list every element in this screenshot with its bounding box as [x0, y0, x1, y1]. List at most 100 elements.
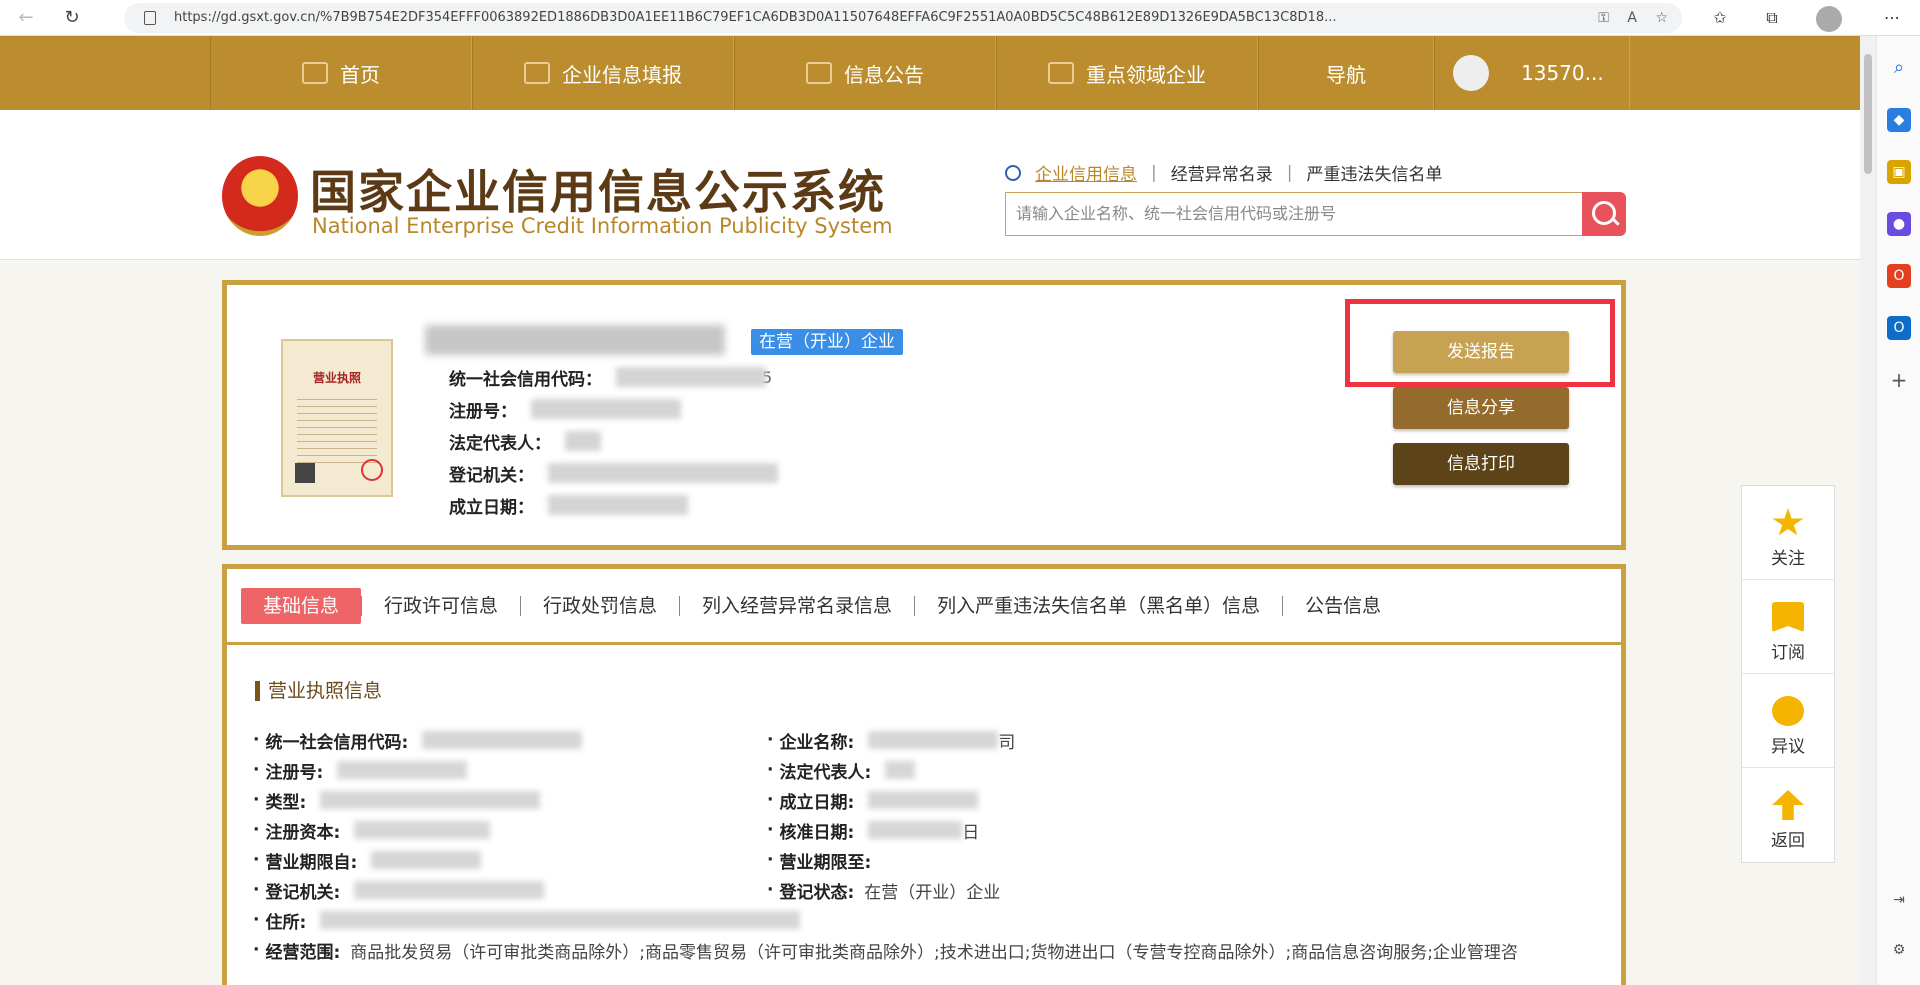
star-icon	[1772, 508, 1804, 536]
field-founded: 成立日期:	[767, 785, 979, 815]
redacted-value	[422, 731, 583, 749]
nav-announcements-label: 信息公告	[844, 62, 924, 87]
address-bar[interactable]: https://gd.gsxt.gov.cn/%7B9B754E2DF354EF…	[124, 3, 1682, 33]
monitor-icon	[302, 62, 328, 84]
subscribe-button[interactable]: 订阅	[1742, 580, 1834, 674]
settings-gear-icon[interactable]: ⚙	[1887, 938, 1911, 962]
search-icon[interactable]: ⌕	[1887, 56, 1911, 80]
collections-icon[interactable]: ⧉	[1758, 4, 1786, 32]
field-legal-rep: 法定代表人:	[767, 755, 916, 785]
office-icon[interactable]: O	[1887, 264, 1911, 288]
user-name: 13570...	[1521, 61, 1604, 85]
tools-icon[interactable]: ▣	[1887, 160, 1911, 184]
company-summary-card: 营业执照 在营（开业）企业 统一社会信用代码： 5 注册号： 法定代表人： 登记…	[222, 280, 1626, 550]
field-label: 法定代表人:	[779, 762, 872, 783]
profile-avatar[interactable]	[1816, 6, 1842, 32]
search-button[interactable]	[1582, 192, 1626, 236]
back-icon[interactable]: ←	[12, 4, 40, 32]
subscribe-label: 订阅	[1771, 643, 1805, 663]
field-term-from: 营业期限自:	[253, 845, 482, 875]
print-info-button[interactable]: 信息打印	[1393, 443, 1569, 485]
redacted-value	[885, 761, 916, 779]
field-label: 核准日期:	[779, 822, 855, 843]
nav-navigation[interactable]: 导航	[1258, 36, 1434, 110]
tab-basic-info[interactable]: 基础信息	[241, 587, 362, 624]
sidebar-collapse-icon[interactable]: ⇥	[1887, 888, 1911, 912]
field-approval-date: 核准日期: 日	[767, 815, 979, 845]
redacted-value	[548, 463, 778, 483]
field-label: 住所:	[265, 912, 307, 933]
tab-admin-license[interactable]: 行政许可信息	[362, 588, 520, 624]
nav-announcements[interactable]: 信息公告	[734, 36, 996, 110]
search-tab-credit[interactable]: 企业信用信息	[1035, 160, 1137, 185]
tab-blacklist[interactable]: 列入严重违法失信名单（黑名单）信息	[915, 588, 1282, 624]
info-credit-code: 统一社会信用代码： 5	[449, 361, 778, 393]
company-info-rows: 统一社会信用代码： 5 注册号： 法定代表人： 登记机关： 成立日期：	[449, 361, 778, 521]
field-reg-status: 登记状态: 在营（开业）企业	[767, 875, 1000, 905]
field-label: 登记状态:	[779, 882, 855, 903]
tab-admin-penalty[interactable]: 行政处罚信息	[521, 588, 679, 624]
top-nav: 首页 企业信息填报 信息公告 重点领域企业 导航 13570...	[0, 36, 1860, 110]
favorites-icon[interactable]: ✩	[1706, 4, 1734, 32]
approval-suffix: 日	[962, 822, 980, 843]
objection-button[interactable]: 异议	[1742, 674, 1834, 768]
field-label: 类型:	[265, 792, 307, 813]
highlight-box	[1345, 299, 1615, 387]
tab-abnormal-list[interactable]: 列入经营异常名录信息	[680, 588, 914, 624]
field-company-name: 企业名称: 司	[767, 725, 1015, 755]
outlook-icon[interactable]: O	[1887, 316, 1911, 340]
info-authority: 登记机关：	[449, 457, 778, 489]
back-to-top-button[interactable]: 返回	[1742, 768, 1834, 862]
field-label: 登记机关:	[265, 882, 341, 903]
site-page: 首页 企业信息填报 信息公告 重点领域企业 导航 13570... 国家企业信用…	[0, 36, 1860, 985]
site-title-en: National Enterprise Credit Information P…	[312, 214, 893, 238]
field-credit-code: 统一社会信用代码:	[253, 725, 583, 755]
info-label: 统一社会信用代码：	[449, 369, 602, 390]
follow-button[interactable]: 关注	[1742, 486, 1834, 580]
search-tab-abnormal[interactable]: 经营异常名录	[1171, 160, 1273, 185]
field-term-to: 营业期限至:	[767, 845, 871, 875]
redacted-value	[531, 399, 681, 419]
refresh-icon[interactable]: ↻	[58, 4, 86, 32]
reg-status-value: 在营（开业）企业	[864, 882, 1001, 903]
field-business-scope: 经营范围: 商品批发贸易（许可审批类商品除外）;商品零售贸易（许可审批类商品除外…	[253, 935, 1613, 965]
page-scrollbar[interactable]	[1860, 36, 1876, 985]
back-label: 返回	[1771, 831, 1805, 851]
field-address: 住所:	[253, 905, 801, 935]
redacted-value	[371, 851, 482, 869]
redacted-value	[354, 881, 545, 899]
float-side-panel: 关注 订阅 异议 返回	[1741, 485, 1835, 863]
share-info-button[interactable]: 信息分享	[1393, 387, 1569, 429]
redacted-value	[354, 821, 491, 839]
redacted-value	[320, 911, 801, 929]
search-tab-blacklist[interactable]: 严重违法失信名单	[1306, 160, 1442, 185]
key-icon[interactable]: ⚿	[1598, 10, 1609, 26]
tab-announcements[interactable]: 公告信息	[1283, 588, 1403, 624]
nav-key-sectors[interactable]: 重点领域企业	[996, 36, 1258, 110]
read-aloud-icon[interactable]: A	[1627, 10, 1637, 26]
nav-home[interactable]: 首页	[210, 36, 472, 110]
pen-icon	[524, 62, 550, 84]
add-icon[interactable]: +	[1887, 368, 1911, 392]
games-icon[interactable]: ●	[1887, 212, 1911, 236]
field-label: 注册号:	[265, 762, 324, 783]
redacted-value	[868, 731, 999, 749]
redacted-value	[868, 821, 963, 839]
nav-user[interactable]: 13570...	[1434, 36, 1630, 110]
license-text-lines	[297, 393, 377, 463]
search-input[interactable]: 请输入企业名称、统一社会信用代码或注册号	[1005, 192, 1585, 236]
business-license-image[interactable]: 营业执照	[281, 339, 393, 497]
field-label: 统一社会信用代码:	[265, 732, 409, 753]
field-authority: 登记机关:	[253, 875, 545, 905]
section-title: 营业执照信息	[255, 681, 382, 701]
info-label: 登记机关：	[449, 465, 534, 486]
favorite-add-icon[interactable]: ☆	[1655, 10, 1668, 26]
shopping-tag-icon[interactable]: ◆	[1887, 108, 1911, 132]
scope-value: 商品批发贸易（许可审批类商品除外）;商品零售贸易（许可审批类商品除外）;技术进出…	[350, 942, 1518, 963]
nav-enterprise-report[interactable]: 企业信息填报	[472, 36, 734, 110]
info-label: 法定代表人：	[449, 433, 551, 454]
tab-divider: |	[1286, 162, 1293, 183]
nav-home-label: 首页	[340, 62, 380, 87]
more-menu-icon[interactable]: ⋯	[1878, 4, 1906, 32]
scrollbar-thumb[interactable]	[1864, 54, 1872, 174]
